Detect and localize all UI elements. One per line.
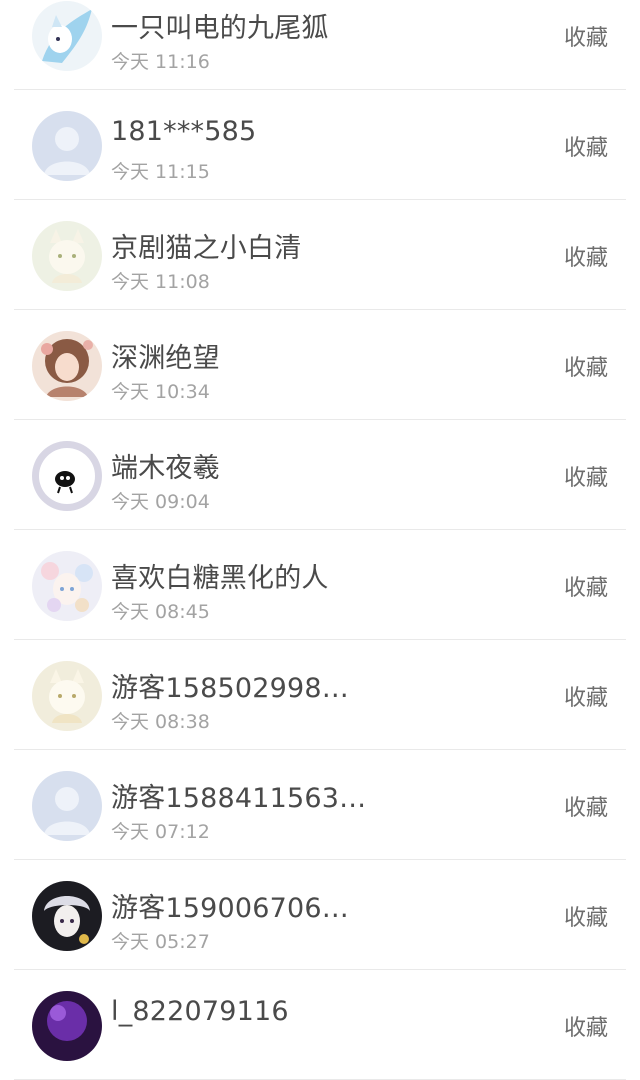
list-item[interactable]: 一只叫电的九尾狐 今天 11:16 收藏 (14, 0, 626, 90)
cat-avatar-icon (32, 221, 102, 291)
avatar[interactable] (32, 661, 102, 731)
favorite-button[interactable]: 收藏 (564, 680, 608, 712)
user-list: 一只叫电的九尾狐 今天 11:16 收藏 181***585 今天 11:15 … (0, 0, 640, 1080)
user-name: l_822079116 (111, 996, 289, 1027)
avatar[interactable] (32, 221, 102, 291)
pastel-avatar-icon (32, 551, 102, 621)
avatar[interactable] (32, 331, 102, 401)
avatar[interactable] (32, 771, 102, 841)
user-name: 181***585 (111, 116, 257, 147)
timestamp: 今天 05:27 (111, 931, 210, 953)
dark-boy-avatar-icon (32, 881, 102, 951)
timestamp: 今天 08:45 (111, 601, 210, 623)
avatar[interactable] (32, 991, 102, 1061)
black-cat-avatar-icon (32, 441, 102, 511)
favorite-button[interactable]: 收藏 (564, 1010, 608, 1042)
favorite-button[interactable]: 收藏 (564, 20, 608, 52)
avatar[interactable] (32, 441, 102, 511)
favorite-button[interactable]: 收藏 (564, 570, 608, 602)
list-item[interactable]: 181***585 今天 11:15 收藏 (14, 90, 626, 200)
user-name: 京剧猫之小白清 (111, 233, 302, 264)
user-name: 深渊绝望 (111, 343, 220, 374)
default-avatar-icon (32, 111, 102, 181)
favorite-button[interactable]: 收藏 (564, 460, 608, 492)
timestamp: 今天 08:38 (111, 711, 210, 733)
favorite-button[interactable]: 收藏 (564, 130, 608, 162)
avatar[interactable] (32, 111, 102, 181)
timestamp: 今天 11:16 (111, 51, 210, 73)
user-name: 一只叫电的九尾狐 (111, 13, 329, 44)
favorite-button[interactable]: 收藏 (564, 790, 608, 822)
list-item[interactable]: 端木夜羲 今天 09:04 收藏 (14, 420, 626, 530)
user-name: 游客158502998… (111, 673, 350, 704)
favorite-button[interactable]: 收藏 (564, 900, 608, 932)
list-item[interactable]: 喜欢白糖黑化的人 今天 08:45 收藏 (14, 530, 626, 640)
default-avatar-icon (32, 771, 102, 841)
cat-avatar-icon (32, 661, 102, 731)
list-item[interactable]: 游客158502998… 今天 08:38 收藏 (14, 640, 626, 750)
list-item[interactable]: 游客159006706… 今天 05:27 收藏 (14, 860, 626, 970)
favorite-button[interactable]: 收藏 (564, 350, 608, 382)
timestamp: 今天 11:08 (111, 271, 210, 293)
user-name: 游客1588411563… (111, 783, 367, 814)
timestamp: 今天 10:34 (111, 381, 210, 403)
avatar[interactable] (32, 881, 102, 951)
girl-avatar-icon (32, 331, 102, 401)
user-name: 喜欢白糖黑化的人 (111, 563, 329, 594)
list-item[interactable]: l_822079116 收藏 (14, 970, 626, 1080)
list-item[interactable]: 深渊绝望 今天 10:34 收藏 (14, 310, 626, 420)
user-name: 游客159006706… (111, 893, 350, 924)
purple-avatar-icon (32, 991, 102, 1061)
avatar[interactable] (32, 1, 102, 71)
timestamp: 今天 07:12 (111, 821, 210, 843)
favorite-button[interactable]: 收藏 (564, 240, 608, 272)
avatar[interactable] (32, 551, 102, 621)
list-item[interactable]: 游客1588411563… 今天 07:12 收藏 (14, 750, 626, 860)
timestamp: 今天 11:15 (111, 161, 210, 183)
timestamp: 今天 09:04 (111, 491, 210, 513)
list-item[interactable]: 京剧猫之小白清 今天 11:08 收藏 (14, 200, 626, 310)
user-name: 端木夜羲 (111, 453, 220, 484)
fox-avatar-icon (32, 1, 102, 71)
